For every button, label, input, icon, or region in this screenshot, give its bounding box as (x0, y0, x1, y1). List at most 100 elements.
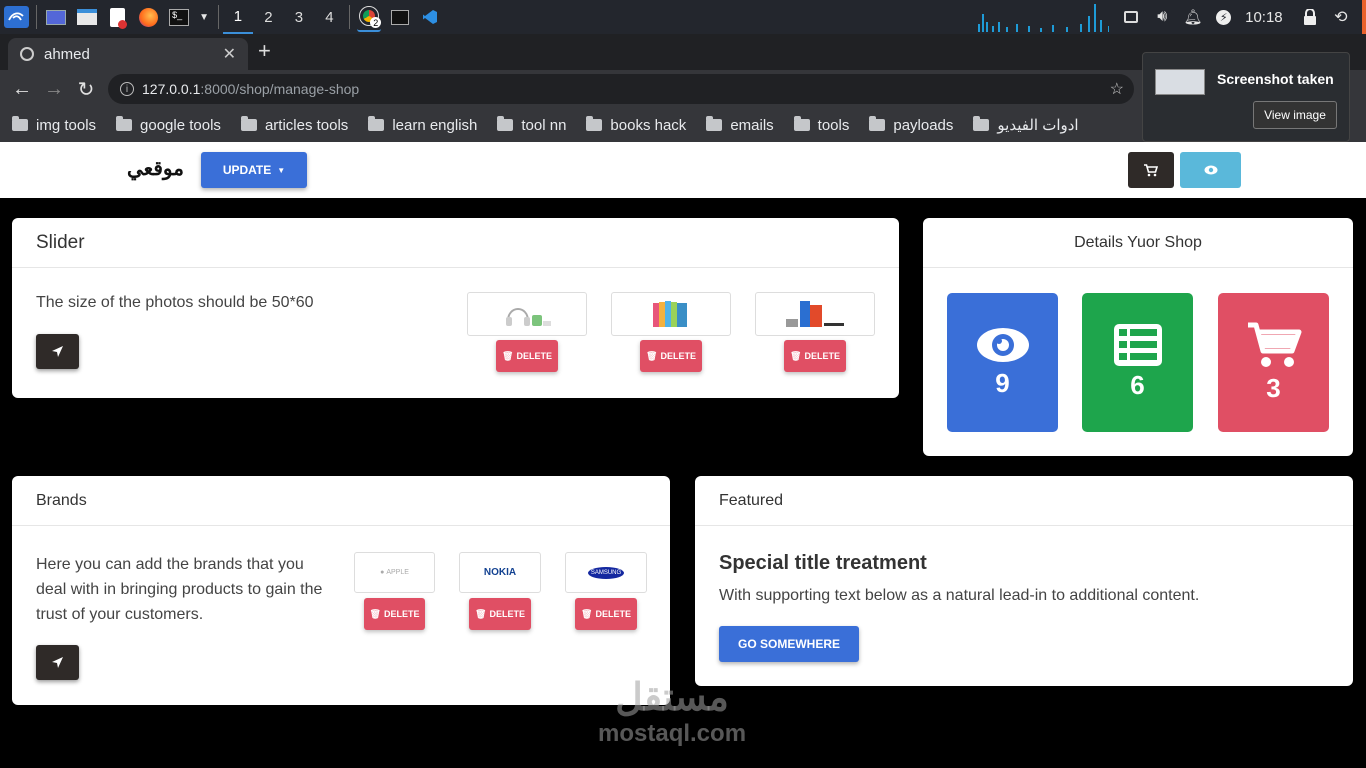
delete-slider-3-button[interactable]: 🗑︎ DELETE (784, 340, 846, 372)
chevron-down-icon[interactable]: ▼ (197, 6, 210, 28)
trash-icon: 🗑︎ (369, 608, 381, 619)
cart-button[interactable] (1128, 152, 1174, 188)
bookmark-emails[interactable]: emails (706, 116, 774, 134)
star-icon[interactable]: ☆ (1110, 79, 1124, 99)
brand-logo-apple: ● APPLE (354, 552, 435, 593)
bell-icon[interactable]: 🔔︎ (1181, 6, 1206, 28)
vscode-task-icon[interactable] (418, 6, 443, 28)
delete-brand-nokia-button[interactable]: 🗑︎ DELETE (469, 598, 531, 630)
delete-slider-1-button[interactable]: 🗑︎ DELETE (496, 340, 558, 372)
slider-image-devices (755, 292, 875, 336)
terminal-task-icon[interactable] (387, 6, 412, 28)
view-image-button[interactable]: View image (1253, 101, 1337, 129)
separator (217, 5, 219, 29)
workspace-1[interactable]: 1 (222, 0, 254, 34)
delete-label: DELETE (489, 609, 525, 619)
site-header: موقعي UPDATE ▼ (0, 142, 1366, 198)
screenshot-thumbnail (1155, 69, 1205, 95)
info-icon[interactable]: i (120, 82, 134, 96)
caret-down-icon: ▼ (277, 165, 286, 175)
slider-image-phones (611, 292, 731, 336)
terminal-icon[interactable]: $_ (167, 6, 192, 28)
brands-card: Brands Here you can add the brands that … (12, 476, 670, 705)
delete-label: DELETE (595, 609, 631, 619)
lists-stat[interactable]: 6 (1082, 293, 1193, 432)
orders-count: 3 (1266, 373, 1281, 403)
shop-details-card: Details Yuor Shop 9 6 3 (923, 218, 1353, 456)
workspace-2[interactable]: 2 (253, 0, 283, 34)
samsung-oval: SAMSUNG (588, 566, 624, 579)
bookmark-articles-tools[interactable]: articles tools (240, 116, 348, 134)
bookmark-google-tools[interactable]: google tools (116, 116, 221, 134)
power-manager-icon[interactable]: ⚡︎ (1211, 6, 1236, 28)
workspace-3[interactable]: 3 (284, 0, 314, 34)
text-editor-icon[interactable] (105, 6, 130, 29)
taskbar: $_ ▼ 1 2 3 4 2 🔊︎ 🔔︎ ⚡︎ 10:18 ⟲ (0, 0, 1366, 34)
mostaql-watermark: مستقل mostaql.com (598, 676, 746, 748)
featured-text: With supporting text below as a natural … (719, 587, 1200, 604)
featured-card-header: Featured (695, 476, 1353, 526)
delete-label: DELETE (383, 609, 420, 619)
details-title: Details Yuor Shop (1074, 233, 1202, 251)
headphones-image (506, 308, 551, 326)
bookmark-learn-english[interactable]: learn english (368, 116, 477, 134)
bookmark-payloads[interactable]: payloads (869, 116, 953, 134)
brands-upload-button[interactable] (36, 645, 79, 680)
send-icon (52, 346, 63, 357)
slider-upload-button[interactable] (36, 334, 79, 369)
bookmark-tools[interactable]: tools (793, 116, 849, 134)
logout-icon[interactable]: ⟲ (1328, 6, 1353, 28)
bookmark-books-hack[interactable]: books hack (586, 116, 686, 134)
volume-icon[interactable]: 🔊︎ (1150, 6, 1175, 28)
separator (348, 5, 350, 29)
bookmark-tool-nn[interactable]: tool nn (497, 116, 567, 134)
folder-icon (240, 116, 257, 131)
watermark-latin: mostaql.com (598, 720, 747, 747)
delete-brand-apple-button[interactable]: 🗑︎ DELETE (364, 598, 425, 630)
chrome-task-icon[interactable]: 2 (356, 2, 382, 32)
preview-button[interactable] (1180, 152, 1241, 188)
cart-icon (1144, 163, 1158, 176)
go-somewhere-button[interactable]: GO SOMEWHERE (719, 626, 859, 662)
views-stat[interactable]: 9 (947, 293, 1058, 432)
display-icon[interactable] (1119, 6, 1144, 28)
panel-edge (1362, 0, 1366, 34)
slider-card-header: Slider (12, 218, 899, 268)
folder-icon (368, 116, 385, 131)
devices-image (786, 301, 844, 327)
brands-description: Here you can add the brands that you dea… (36, 556, 323, 623)
site-logo[interactable]: موقعي (127, 156, 184, 181)
desktop-icon[interactable] (44, 6, 69, 28)
delete-brand-samsung-button[interactable]: 🗑︎ DELETE (575, 598, 637, 630)
url-host: 127.0.0.1 (142, 81, 201, 97)
close-tab-icon[interactable]: ✕ (223, 44, 236, 64)
reload-icon[interactable]: ↻ (70, 73, 102, 105)
back-icon[interactable]: ← (6, 73, 38, 105)
delete-label: DELETE (660, 351, 696, 361)
workspace-4[interactable]: 4 (314, 0, 344, 34)
bookmark-label: tool nn (521, 116, 567, 134)
kali-menu-icon[interactable] (4, 6, 29, 28)
separator (35, 5, 37, 29)
new-tab-icon[interactable]: + (258, 38, 271, 64)
lists-count: 6 (1130, 370, 1145, 400)
clock[interactable]: 10:18 (1245, 9, 1283, 26)
delete-slider-2-button[interactable]: 🗑︎ DELETE (640, 340, 702, 372)
lock-icon[interactable] (1298, 6, 1323, 28)
apple-icon: ● (380, 569, 385, 576)
orders-stat[interactable]: 3 (1218, 293, 1329, 432)
tab-title: ahmed (44, 45, 90, 63)
bookmark-video-tools[interactable]: ادوات الفيديو (973, 116, 1079, 134)
firefox-icon[interactable] (136, 6, 161, 28)
watermark-arabic: مستقل (615, 677, 729, 719)
delete-label: DELETE (516, 351, 552, 361)
forward-icon[interactable]: → (38, 73, 70, 105)
folder-icon (706, 116, 723, 131)
bookmark-img-tools[interactable]: img tools (12, 116, 96, 134)
file-manager-icon[interactable] (74, 6, 99, 28)
address-bar[interactable]: i 127.0.0.1:8000/shop/manage-shop ☆ (108, 74, 1134, 104)
tab-ahmed[interactable]: ahmed ✕ (8, 38, 248, 70)
update-dropdown-button[interactable]: UPDATE ▼ (201, 152, 307, 188)
bookmark-label: google tools (140, 116, 221, 134)
chrome-window-count: 2 (370, 17, 382, 28)
